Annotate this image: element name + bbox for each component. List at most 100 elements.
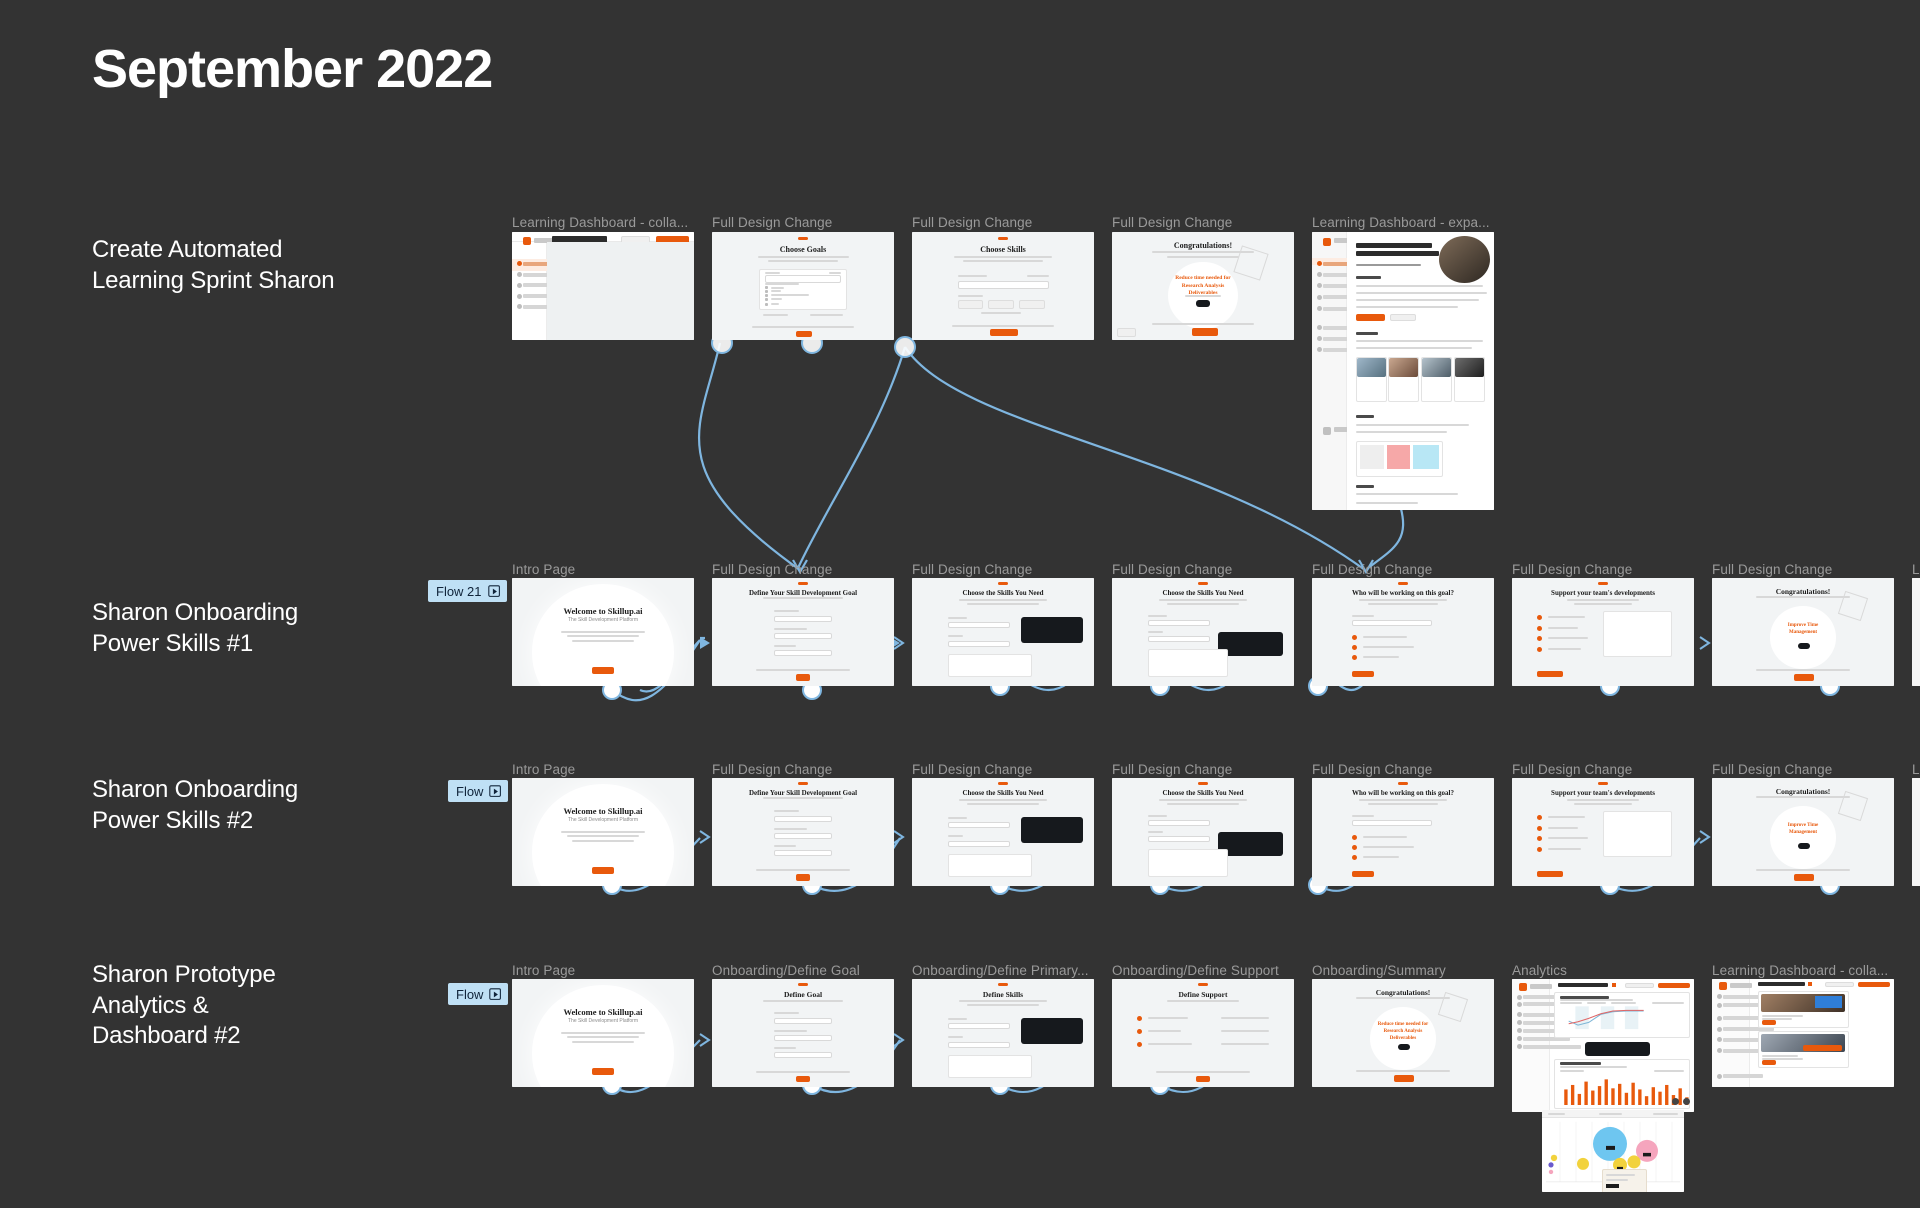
prototype-play-icon [489, 987, 502, 1001]
prototype-play-icon [487, 584, 501, 598]
frame-options-dots[interactable] [1672, 1098, 1690, 1105]
mock-heading: Congratulations! [1775, 586, 1831, 596]
mock-subheading: The Skill Development Platform [567, 1017, 639, 1024]
frame-thumbnail[interactable]: Support your team's developments [1512, 778, 1694, 886]
mock-badge-text: Reduce time needed for Research Analysis… [1377, 1022, 1429, 1041]
frame-thumbnail[interactable] [1712, 979, 1894, 1087]
mock-heading: Choose Goals [779, 244, 827, 254]
mock-badge-text: Improve Time Management [1787, 823, 1819, 836]
frame-title[interactable]: Full Design Change [912, 762, 1094, 777]
frame-title[interactable]: Onboarding/Summary [1312, 963, 1494, 978]
mock-heading: Define Your Skill Development Goal [748, 588, 858, 597]
row-label-4-line2: Analytics & [92, 991, 209, 1019]
frame-thumbnail[interactable] [512, 232, 694, 340]
row-label-1-line1: Create Automated [92, 236, 283, 263]
frame-thumbnail[interactable]: Choose Goals [712, 232, 894, 340]
frame-thumbnail[interactable]: Choose the Skills You Need [912, 778, 1094, 886]
frame-thumbnail[interactable]: Congratulations! Reduce time needed for … [1112, 232, 1294, 340]
mock-heading: Support your team's developments [1551, 788, 1655, 797]
frame-title[interactable]: Onboarding/Define Goal [712, 963, 894, 978]
page-title: September 2022 [92, 39, 493, 99]
frame-thumbnail[interactable]: Congratulations! Improve Time Management [1712, 778, 1894, 886]
frame-title[interactable]: Intro Page [512, 762, 694, 777]
row-label-2-line1: Sharon Onboarding [92, 599, 299, 626]
frame-title[interactable]: Full Design Change [1112, 215, 1294, 230]
frame-title[interactable]: Full Design Change [1712, 562, 1894, 577]
frame-title[interactable]: Full Design Change [912, 562, 1094, 577]
frame-thumbnail[interactable]: Congratulations! Improve Time Management [1712, 578, 1894, 686]
mock-heading: Choose the Skills You Need [1162, 588, 1244, 597]
frame-title[interactable]: Full Design Change [1512, 762, 1694, 777]
prototype-play-icon [489, 784, 502, 798]
frame-title[interactable]: Onboarding/Define Support [1112, 963, 1294, 978]
mock-heading: Define Skills [982, 989, 1024, 999]
frame-thumbnail[interactable]: Define Skills [912, 979, 1094, 1087]
mock-heading: Congratulations! [1775, 786, 1831, 796]
frame-title[interactable]: Full Design Change [912, 215, 1094, 230]
row-label-4-line1: Sharon Prototype [92, 961, 276, 988]
flow-badge-row3[interactable]: Flow [448, 780, 509, 802]
frame-title[interactable]: Full Design Change [712, 215, 894, 230]
mock-badge-text: Improve Time Management [1787, 623, 1819, 636]
frame-thumbnail[interactable]: Welcome to Skillup.ai The Skill Developm… [512, 578, 694, 686]
mock-subheading: The Skill Development Platform [567, 816, 639, 823]
frame-title[interactable]: Full Design Change [1512, 562, 1694, 577]
frame-title[interactable]: Intro Page [512, 562, 694, 577]
flow-badge-label: Flow [456, 783, 484, 799]
frame-thumbnail[interactable]: Choose the Skills You Need [1112, 578, 1294, 686]
frame-thumbnail[interactable]: Who will be working on this goal? [1312, 778, 1494, 886]
frame-thumbnail[interactable]: Choose the Skills You Need [912, 578, 1094, 686]
frame-title[interactable]: Full Design Change [1712, 762, 1894, 777]
row-label-2: Sharon Onboarding Power Skills #1 [92, 598, 422, 659]
frame-thumbnail[interactable] [1912, 578, 1920, 686]
mock-heading: Choose the Skills You Need [962, 788, 1044, 797]
frame-thumbnail[interactable] [1912, 778, 1920, 886]
frame-thumbnail[interactable]: Choose the Skills You Need [1112, 778, 1294, 886]
frame-thumbnail[interactable]: Define Support [1112, 979, 1294, 1087]
flow-badge-21[interactable]: Flow 21 [428, 580, 507, 602]
frame-thumbnail[interactable]: Who will be working on this goal? [1312, 578, 1494, 686]
frame-thumbnail[interactable]: Define Your Skill Development Goal [712, 778, 894, 886]
figma-board-canvas[interactable]: September 2022 Create Automated Learning… [0, 0, 1920, 1208]
row-label-1: Create Automated Learning Sprint Sharon [92, 235, 422, 296]
row-label-3: Sharon Onboarding Power Skills #2 [92, 775, 422, 836]
row-label-3-line1: Sharon Onboarding [92, 776, 299, 803]
mock-heading: Choose the Skills You Need [1162, 788, 1244, 797]
frame-title[interactable]: Full Design Change [1312, 762, 1494, 777]
frame-title[interactable]: Learning Dashboard - colla... [1712, 963, 1894, 978]
frame-thumbnail[interactable]: Define Goal [712, 979, 894, 1087]
analytics-line-chart [1568, 1006, 1644, 1030]
frame-thumbnail[interactable] [1312, 232, 1494, 510]
frame-title[interactable]: Full Design Change [712, 562, 894, 577]
frame-thumbnail[interactable]: Welcome to Skillup.ai The Skill Developm… [512, 778, 694, 886]
flow-badge-row4[interactable]: Flow [448, 983, 509, 1005]
frame-title[interactable]: Intro Page [512, 963, 694, 978]
row-label-4-line3: Dashboard #2 [92, 1022, 241, 1050]
frame-thumbnail[interactable]: Congratulations! Reduce time needed for … [1312, 979, 1494, 1087]
frame-thumbnail[interactable]: Choose Skills [912, 232, 1094, 340]
frame-thumbnail[interactable]: Define Your Skill Development Goal [712, 578, 894, 686]
frame-title[interactable]: Onboarding/Define Primary... [912, 963, 1094, 978]
frame-title[interactable]: Analytics [1512, 963, 1694, 978]
frame-thumbnail[interactable]: Support your team's developments [1512, 578, 1694, 686]
frame-title[interactable]: Lea [1912, 562, 1920, 577]
row-label-3-line2: Power Skills #2 [92, 806, 254, 834]
row-label-4: Sharon Prototype Analytics & Dashboard #… [92, 960, 422, 1052]
mock-heading: Support your team's developments [1551, 588, 1655, 597]
frame-title[interactable]: Full Design Change [712, 762, 894, 777]
mock-heading: Welcome to Skillup.ai [563, 1007, 643, 1018]
mock-heading: Who will be working on this goal? [1352, 588, 1454, 597]
frame-title[interactable]: Learning Dashboard - expa... [1312, 215, 1494, 230]
mock-heading: Welcome to Skillup.ai [563, 806, 643, 817]
detached-frame-thumbnail[interactable] [1542, 1110, 1684, 1192]
frame-title[interactable]: Full Design Change [1112, 762, 1294, 777]
mock-heading: Congratulations! [1173, 240, 1233, 250]
frame-title[interactable]: Lea [1912, 762, 1920, 777]
mock-heading: Define Support [1178, 989, 1228, 999]
frame-title[interactable]: Learning Dashboard - colla... [512, 215, 694, 230]
frame-thumbnail-analytics[interactable] [1512, 979, 1694, 1112]
mock-heading: Choose the Skills You Need [962, 588, 1044, 597]
frame-title[interactable]: Full Design Change [1112, 562, 1294, 577]
frame-thumbnail[interactable]: Welcome to Skillup.ai The Skill Developm… [512, 979, 694, 1087]
frame-title[interactable]: Full Design Change [1312, 562, 1494, 577]
